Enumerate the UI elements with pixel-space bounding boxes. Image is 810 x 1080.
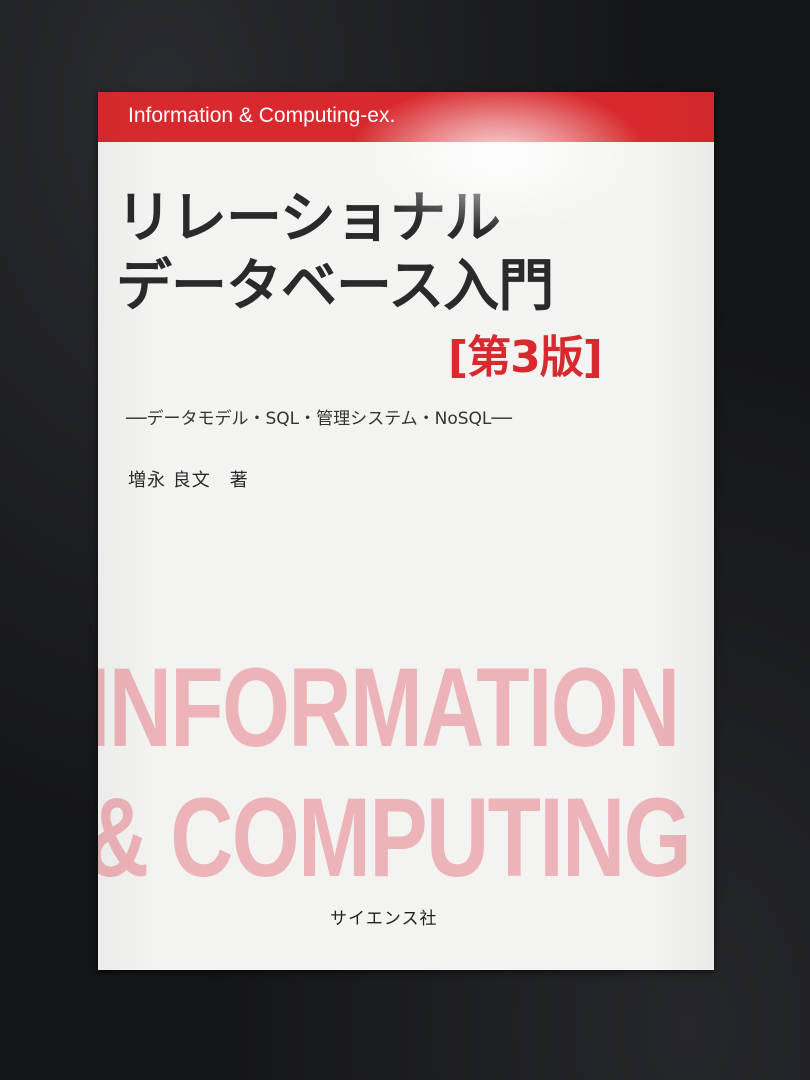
- author-name: 増永 良文 著: [128, 470, 249, 491]
- series-band: Information & Computing-ex.: [98, 92, 714, 142]
- edition-label: [第3版]: [448, 332, 603, 383]
- big-word-computing: & COMPUTING: [98, 775, 692, 900]
- big-word-information: INFORMATION: [98, 645, 680, 770]
- book-title-line1: リレーショナル: [116, 186, 501, 251]
- book-title-line2: データベース入門: [116, 254, 554, 319]
- book-subtitle: ──データモデル・SQL・管理システム・NoSQL──: [126, 409, 512, 429]
- publisher-name: サイエンス社: [330, 909, 438, 929]
- series-name: Information & Computing-ex.: [128, 104, 396, 127]
- book-cover: Information & Computing-ex. リレーショナル データベ…: [98, 92, 714, 970]
